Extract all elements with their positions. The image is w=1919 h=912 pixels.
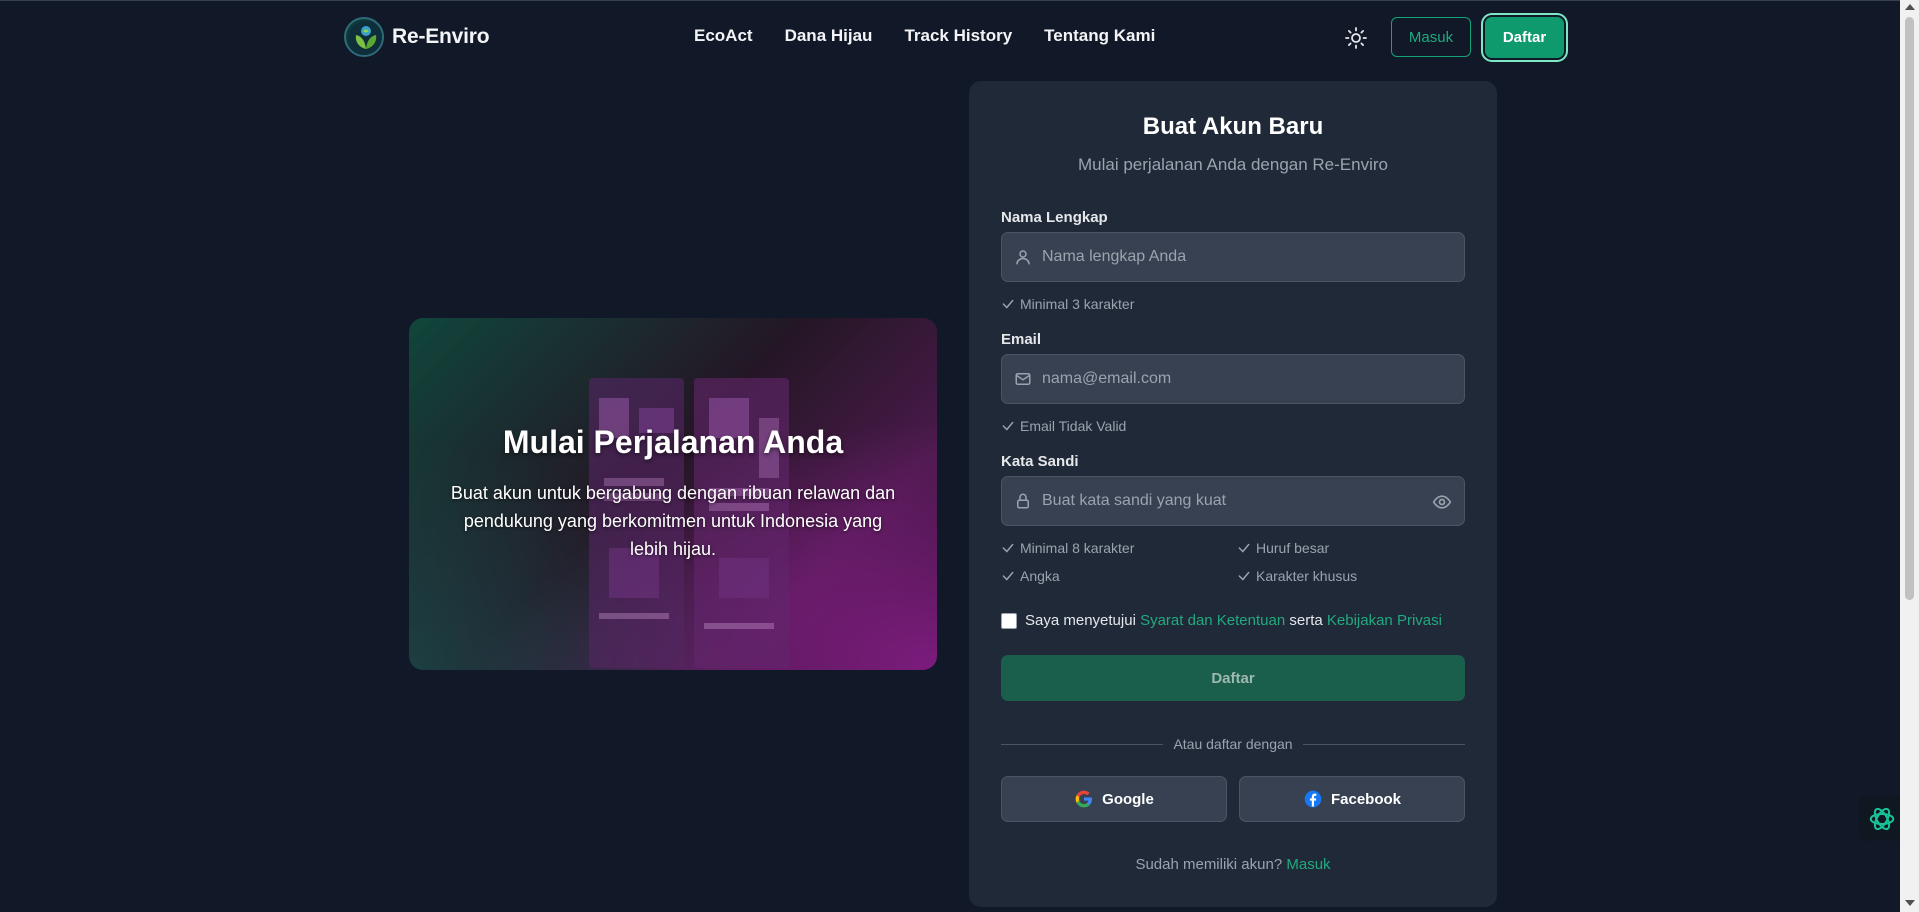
facebook-label: Facebook	[1330, 790, 1402, 808]
password-rule: Huruf besar	[1237, 540, 1329, 556]
email-hint: Email Tidak Valid	[1001, 418, 1126, 434]
terms-link[interactable]: Syarat dan Ketentuan	[1140, 612, 1285, 629]
password-rule: Karakter khusus	[1237, 568, 1357, 584]
privacy-link[interactable]: Kebijakan Privasi	[1327, 612, 1442, 629]
mail-icon	[1015, 373, 1031, 385]
password-rule-text: Karakter khusus	[1256, 568, 1358, 584]
register-button[interactable]: Daftar	[1485, 17, 1564, 58]
email-hint-text: Email Tidak Valid	[1020, 418, 1127, 434]
hero-title: Mulai Perjalanan Anda	[502, 424, 844, 460]
check-icon	[1002, 299, 1014, 309]
email-input[interactable]	[1042, 370, 1464, 388]
eye-icon[interactable]	[1432, 492, 1452, 512]
assistant-button[interactable]	[1859, 796, 1904, 841]
register-card: Buat Akun Baru Mulai perjalanan Anda den…	[969, 81, 1497, 907]
scroll-down-arrow-icon[interactable]	[1905, 900, 1915, 906]
check-icon	[1002, 571, 1014, 581]
name-hint-text: Minimal 3 karakter	[1020, 296, 1135, 312]
check-icon	[1238, 571, 1250, 581]
facebook-icon	[1304, 790, 1322, 808]
name-label: Nama Lengkap	[1001, 209, 1108, 226]
brand-name: Re-Enviro	[392, 25, 490, 48]
login-prompt-text: Sudah memiliki akun?	[1135, 856, 1283, 873]
divider-line	[1001, 743, 1164, 745]
password-rule-text: Minimal 8 karakter	[1020, 540, 1135, 556]
agree-middle: serta	[1289, 612, 1323, 629]
main-menu: EcoAct Dana Hijau Track History Tentang …	[694, 26, 1187, 46]
facebook-button[interactable]: Facebook	[1239, 776, 1465, 822]
sun-icon[interactable]	[1344, 26, 1368, 50]
password-rule-text: Huruf besar	[1256, 540, 1330, 556]
navbar: Re-Enviro EcoAct Dana Hijau Track Histor…	[0, 0, 1900, 74]
submit-button[interactable]: Daftar	[1001, 655, 1465, 701]
password-rule: Angka	[1001, 568, 1060, 584]
hero-image-card: Mulai Perjalanan Anda Buat akun untuk be…	[409, 318, 937, 670]
hero-description: Buat akun untuk bergabung dengan ribuan …	[450, 483, 896, 559]
divider-line	[1302, 743, 1466, 745]
password-field[interactable]	[1001, 476, 1465, 526]
login-prompt: Sudah memiliki akun? Masuk	[969, 856, 1497, 873]
agree-prefix: Saya menyetujui	[1025, 612, 1136, 629]
lock-icon	[1017, 493, 1029, 509]
name-input[interactable]	[1042, 248, 1464, 266]
openai-icon	[1869, 807, 1894, 830]
check-icon	[1238, 543, 1250, 553]
email-label: Email	[1001, 331, 1042, 348]
password-label: Kata Sandi	[1001, 453, 1079, 470]
login-link[interactable]: Masuk	[1286, 856, 1330, 873]
check-icon	[1002, 543, 1014, 553]
google-label: Google	[1102, 790, 1154, 808]
check-icon	[1002, 421, 1014, 431]
password-rule-text: Angka	[1020, 568, 1060, 584]
password-rule: Minimal 8 karakter	[1001, 540, 1134, 556]
vertical-scrollbar[interactable]	[1900, 0, 1919, 912]
scrollbar-thumb[interactable]	[1905, 17, 1914, 600]
form-title: Buat Akun Baru	[1142, 113, 1324, 140]
password-input[interactable]	[1042, 492, 1464, 510]
terms-agreement: Saya menyetujui Syarat dan Ketentuan ser…	[1001, 612, 1442, 629]
email-field[interactable]	[1001, 354, 1465, 404]
user-icon	[1016, 250, 1030, 265]
nav-link-dana-hijau[interactable]: Dana Hijau	[785, 26, 873, 46]
social-divider: Atau daftar dengan	[1001, 734, 1466, 754]
name-hint: Minimal 3 karakter	[1001, 296, 1134, 312]
name-field[interactable]	[1001, 232, 1465, 282]
nav-link-tentang-kami[interactable]: Tentang Kami	[1044, 26, 1155, 46]
google-icon	[1075, 790, 1093, 808]
scroll-up-arrow-icon[interactable]	[1905, 4, 1915, 10]
logo-icon	[344, 17, 384, 57]
divider-text: Atau daftar dengan	[1173, 736, 1293, 752]
brand-logo[interactable]: Re-Enviro	[344, 17, 490, 57]
nav-link-ecoact[interactable]: EcoAct	[694, 26, 753, 46]
form-subtitle: Mulai perjalanan Anda dengan Re-Enviro	[1078, 155, 1388, 174]
login-button[interactable]: Masuk	[1391, 17, 1471, 57]
google-button[interactable]: Google	[1001, 776, 1227, 822]
terms-checkbox[interactable]	[1001, 612, 1017, 629]
nav-link-track-history[interactable]: Track History	[904, 26, 1012, 46]
